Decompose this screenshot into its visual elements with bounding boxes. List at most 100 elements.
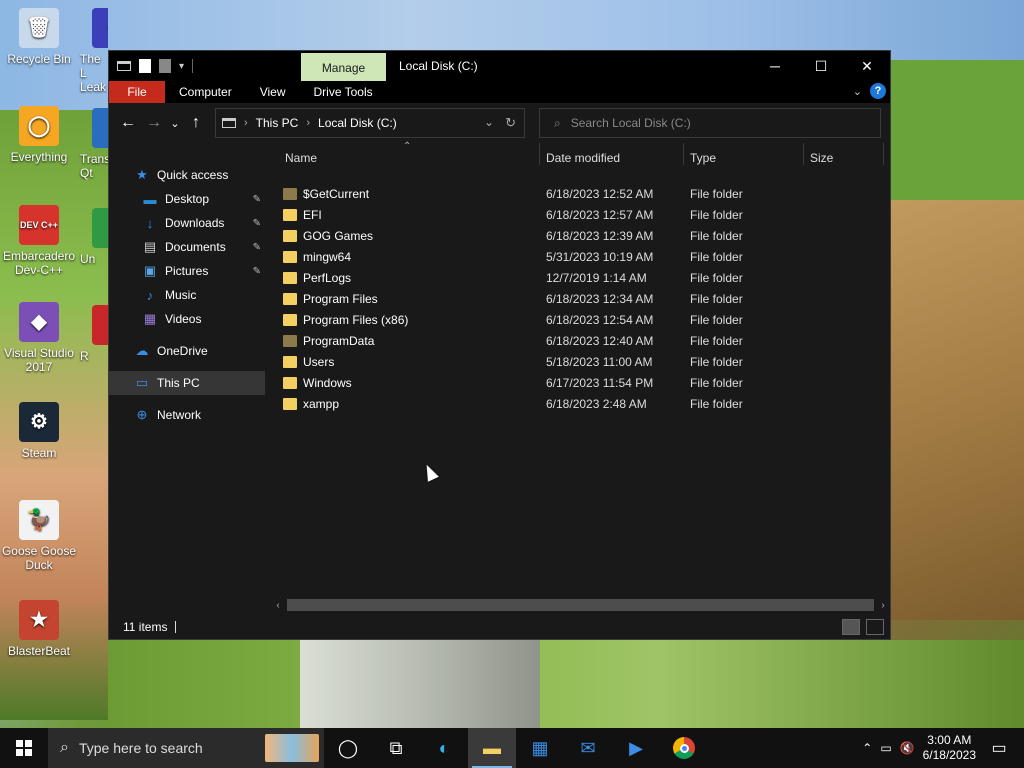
microsoft-store-icon[interactable]: ▦: [516, 728, 564, 768]
table-row[interactable]: EFI 6/18/2023 12:57 AM File folder: [275, 204, 875, 225]
movies-tv-icon[interactable]: ▶: [612, 728, 660, 768]
start-button[interactable]: [0, 728, 48, 768]
volume-muted-icon[interactable]: 🔇: [900, 741, 915, 755]
details-view-icon[interactable]: [842, 619, 860, 635]
table-row[interactable]: PerfLogs 12/7/2019 1:14 AM File folder: [275, 267, 875, 288]
pin-icon[interactable]: ✎: [253, 266, 261, 277]
column-headers: ⌃ Name Date modified Type Size: [265, 141, 890, 175]
file-explorer-icon[interactable]: ▬: [468, 728, 516, 768]
column-name[interactable]: Name: [285, 151, 317, 165]
file-type: File folder: [690, 333, 743, 348]
column-divider[interactable]: [539, 143, 540, 165]
taskbar-search[interactable]: ⌕ Type here to search: [48, 728, 260, 768]
forward-button[interactable]: →: [141, 114, 167, 132]
column-date-modified[interactable]: Date modified: [546, 151, 620, 165]
sidebar-item-videos[interactable]: ▦ Videos: [109, 307, 265, 331]
address-bar[interactable]: › This PC › Local Disk (C:) ⌄ ↻: [215, 108, 525, 138]
pin-icon[interactable]: ✎: [253, 218, 261, 229]
tab-view[interactable]: View: [246, 81, 300, 103]
desktop-icon-partial[interactable]: ⚘ The L Leak: [78, 8, 108, 94]
tab-file[interactable]: File: [109, 81, 165, 103]
expand-ribbon-icon[interactable]: ⌄: [853, 85, 862, 98]
desktop-icon[interactable]: 🗑 Recycle Bin: [0, 8, 78, 66]
table-row[interactable]: ProgramData 6/18/2023 12:40 AM File folder: [275, 330, 875, 351]
notifications-icon[interactable]: ▭: [984, 738, 1014, 758]
pin-icon[interactable]: ✎: [253, 242, 261, 253]
file-date-modified: 6/17/2023 11:54 PM: [546, 375, 654, 390]
desktop-icon[interactable]: ◆ Visual Studio 2017: [0, 302, 78, 374]
clock[interactable]: 3:00 AM 6/18/2023: [923, 733, 976, 763]
tab-computer[interactable]: Computer: [165, 81, 246, 103]
table-row[interactable]: Users 5/18/2023 11:00 AM File folder: [275, 351, 875, 372]
sidebar-item-network[interactable]: ⊕ Network: [109, 403, 265, 427]
sidebar-item-music[interactable]: ♪ Music: [109, 283, 265, 307]
scrollbar-thumb[interactable]: [287, 599, 874, 611]
up-button[interactable]: ↑: [183, 114, 209, 132]
search-box[interactable]: ⌕ Search Local Disk (C:): [539, 108, 881, 138]
edge-icon[interactable]: ◐: [420, 728, 468, 768]
cortana-icon[interactable]: ◯: [324, 728, 372, 768]
column-type[interactable]: Type: [690, 151, 716, 165]
back-button[interactable]: ←: [115, 114, 141, 132]
mail-icon[interactable]: ✉: [564, 728, 612, 768]
desktop-icon-partial[interactable]: R: [78, 305, 108, 363]
customize-dropdown-icon[interactable]: ▾: [179, 61, 184, 72]
desktop-icon-label: Embarcadero Dev-C++: [2, 249, 76, 277]
table-row[interactable]: mingw64 5/31/2023 10:19 AM File folder: [275, 246, 875, 267]
column-size[interactable]: Size: [810, 151, 833, 165]
column-divider[interactable]: [803, 143, 804, 165]
desktop-icon[interactable]: ⚙ Steam: [0, 402, 78, 460]
help-icon[interactable]: ?: [870, 83, 886, 99]
desktop-icon-label: Steam: [21, 446, 57, 460]
desktop-icon[interactable]: DEV C++ Embarcadero Dev-C++: [0, 205, 78, 277]
refresh-icon[interactable]: ↻: [505, 115, 516, 131]
system-tray: ⌃ ▭ 🔇 3:00 AM 6/18/2023 ▭: [862, 728, 1024, 768]
close-button[interactable]: ✕: [844, 51, 890, 81]
navigation-bar: ← → ⌄ ↑ › This PC › Local Disk (C:) ⌄ ↻ …: [109, 103, 890, 143]
search-highlight-icon[interactable]: [260, 728, 324, 768]
item-count: 11 items: [123, 620, 168, 634]
sidebar-item-downloads[interactable]: ↓ Downloads ✎: [109, 211, 265, 235]
table-row[interactable]: xampp 6/18/2023 2:48 AM File folder: [275, 393, 875, 414]
sidebar-item-documents[interactable]: ▤ Documents ✎: [109, 235, 265, 259]
sidebar-item-quick-access[interactable]: ★ Quick access: [109, 163, 265, 187]
table-row[interactable]: $GetCurrent 6/18/2023 12:52 AM File folder: [275, 183, 875, 204]
breadcrumb-this-pc[interactable]: This PC: [256, 116, 299, 130]
sidebar-item-this-pc[interactable]: ▭ This PC: [109, 371, 265, 395]
chevron-up-icon[interactable]: ⌃: [862, 741, 872, 755]
table-row[interactable]: Program Files 6/18/2023 12:34 AM File fold…: [275, 288, 875, 309]
breadcrumb-local-disk[interactable]: Local Disk (C:): [318, 116, 397, 130]
address-dropdown-icon[interactable]: ⌄: [484, 115, 494, 129]
desktop-icon-partial[interactable]: Trans Qt: [78, 108, 108, 180]
sidebar-item-pictures[interactable]: ▣ Pictures ✎: [109, 259, 265, 283]
table-row[interactable]: GOG Games 6/18/2023 12:39 AM File folder: [275, 225, 875, 246]
network-status-icon[interactable]: ▭: [880, 741, 891, 755]
drive-icon[interactable]: [117, 61, 131, 71]
chrome-icon[interactable]: [660, 728, 708, 768]
minimize-button[interactable]: ─: [752, 51, 798, 81]
desktop-icon[interactable]: ◯ Everything: [0, 106, 78, 164]
maximize-button[interactable]: ☐: [798, 51, 844, 81]
desktop-icon-partial[interactable]: Un: [78, 208, 108, 266]
scroll-right-icon[interactable]: ›: [878, 600, 888, 611]
desktop-icon[interactable]: 🦆 Goose Goose Duck: [0, 500, 78, 572]
large-icons-view-icon[interactable]: [866, 619, 884, 635]
new-folder-icon[interactable]: [159, 59, 171, 73]
task-view-icon[interactable]: ⧉: [372, 728, 420, 768]
horizontal-scrollbar[interactable]: ‹ ›: [273, 599, 888, 611]
status-divider: [175, 621, 177, 633]
recent-locations-button[interactable]: ⌄: [167, 117, 183, 130]
column-divider[interactable]: [883, 143, 884, 165]
pin-icon[interactable]: ✎: [253, 194, 261, 205]
tab-drive-tools[interactable]: Drive Tools: [299, 81, 386, 103]
wallpaper-ground: [108, 640, 1024, 730]
properties-icon[interactable]: [139, 59, 151, 73]
sidebar-item-onedrive[interactable]: ☁ OneDrive: [109, 339, 265, 363]
sidebar-item-desktop[interactable]: ▬ Desktop ✎: [109, 187, 265, 211]
scroll-left-icon[interactable]: ‹: [273, 600, 283, 611]
table-row[interactable]: Windows 6/17/2023 11:54 PM File folder: [275, 372, 875, 393]
table-row[interactable]: Program Files (x86) 6/18/2023 12:54 AM Fil…: [275, 309, 875, 330]
manage-tab[interactable]: Manage: [301, 53, 386, 81]
desktop-icon[interactable]: ★ BlasterBeat: [0, 600, 78, 658]
column-divider[interactable]: [683, 143, 684, 165]
